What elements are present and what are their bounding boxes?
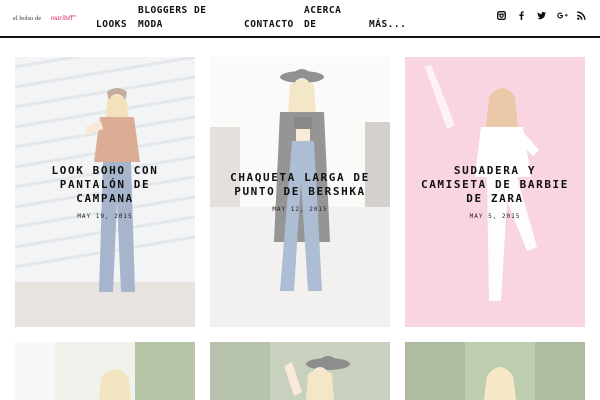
post-title-line: CAMPANA (76, 192, 134, 205)
post-title-line: CAMISETA DE BARBIE (420, 178, 569, 191)
post-title[interactable]: LOOK BOHO CON PANTALÓN DE CAMPANA (21, 164, 189, 206)
nav-item-looks[interactable]: LOOKS (96, 18, 127, 32)
post-title-line: CHAQUETA LARGA DE (230, 171, 370, 184)
post-title[interactable]: SUDADERA Y CAMISETA DE BARBIE DE ZARA (411, 164, 579, 206)
social-links (497, 5, 586, 20)
post-date: MAY 12, 2015 (272, 206, 328, 213)
post-card[interactable] (210, 342, 390, 400)
twitter-icon[interactable] (537, 5, 546, 20)
logo-suffix: com (69, 14, 76, 18)
post-title-line: PANTALÓN DE (59, 178, 151, 191)
image-overlay (210, 342, 390, 400)
nav-item-bloggers-line1[interactable]: BLOGGERS DE (138, 4, 206, 18)
nav-item-contacto[interactable]: CONTACTO (244, 18, 294, 32)
post-date: MAY 19, 2015 (77, 213, 133, 220)
post-card[interactable] (15, 342, 195, 400)
image-overlay (405, 342, 585, 400)
post-card[interactable]: LOOK BOHO CON PANTALÓN DE CAMPANA MAY 19… (15, 57, 195, 327)
nav-item-acerca-line2[interactable]: DE (304, 18, 316, 32)
post-title-line: DE ZARA (466, 192, 524, 205)
nav-item-acerca-line1[interactable]: ACERCA (304, 4, 341, 18)
post-date: MAY 5, 2015 (469, 213, 521, 220)
site-header: el bolso de maribel com LOOKS BLOGGERS D… (0, 0, 600, 38)
post-card[interactable]: CHAQUETA LARGA DE PUNTO DE BERSHKA MAY 1… (210, 57, 390, 327)
post-card[interactable]: SUDADERA Y CAMISETA DE BARBIE DE ZARA MA… (405, 57, 585, 327)
facebook-icon[interactable] (517, 5, 526, 20)
site-logo[interactable]: el bolso de maribel com (13, 5, 79, 22)
post-title[interactable]: CHAQUETA LARGA DE PUNTO DE BERSHKA (216, 171, 384, 199)
post-card[interactable] (405, 342, 585, 400)
logo-text: el bolso de (13, 15, 42, 22)
post-title-line: LOOK BOHO CON (51, 164, 159, 177)
post-title-line: PUNTO DE BERSHKA (234, 185, 366, 198)
nav-item-bloggers-line2[interactable]: MODA (138, 18, 163, 32)
google-plus-icon[interactable] (557, 5, 568, 19)
post-title-line: SUDADERA Y (453, 164, 537, 177)
rss-icon[interactable] (577, 5, 586, 20)
image-overlay (15, 342, 195, 400)
instagram-icon[interactable] (497, 5, 506, 20)
nav-item-mas[interactable]: MÁS... (369, 18, 406, 32)
